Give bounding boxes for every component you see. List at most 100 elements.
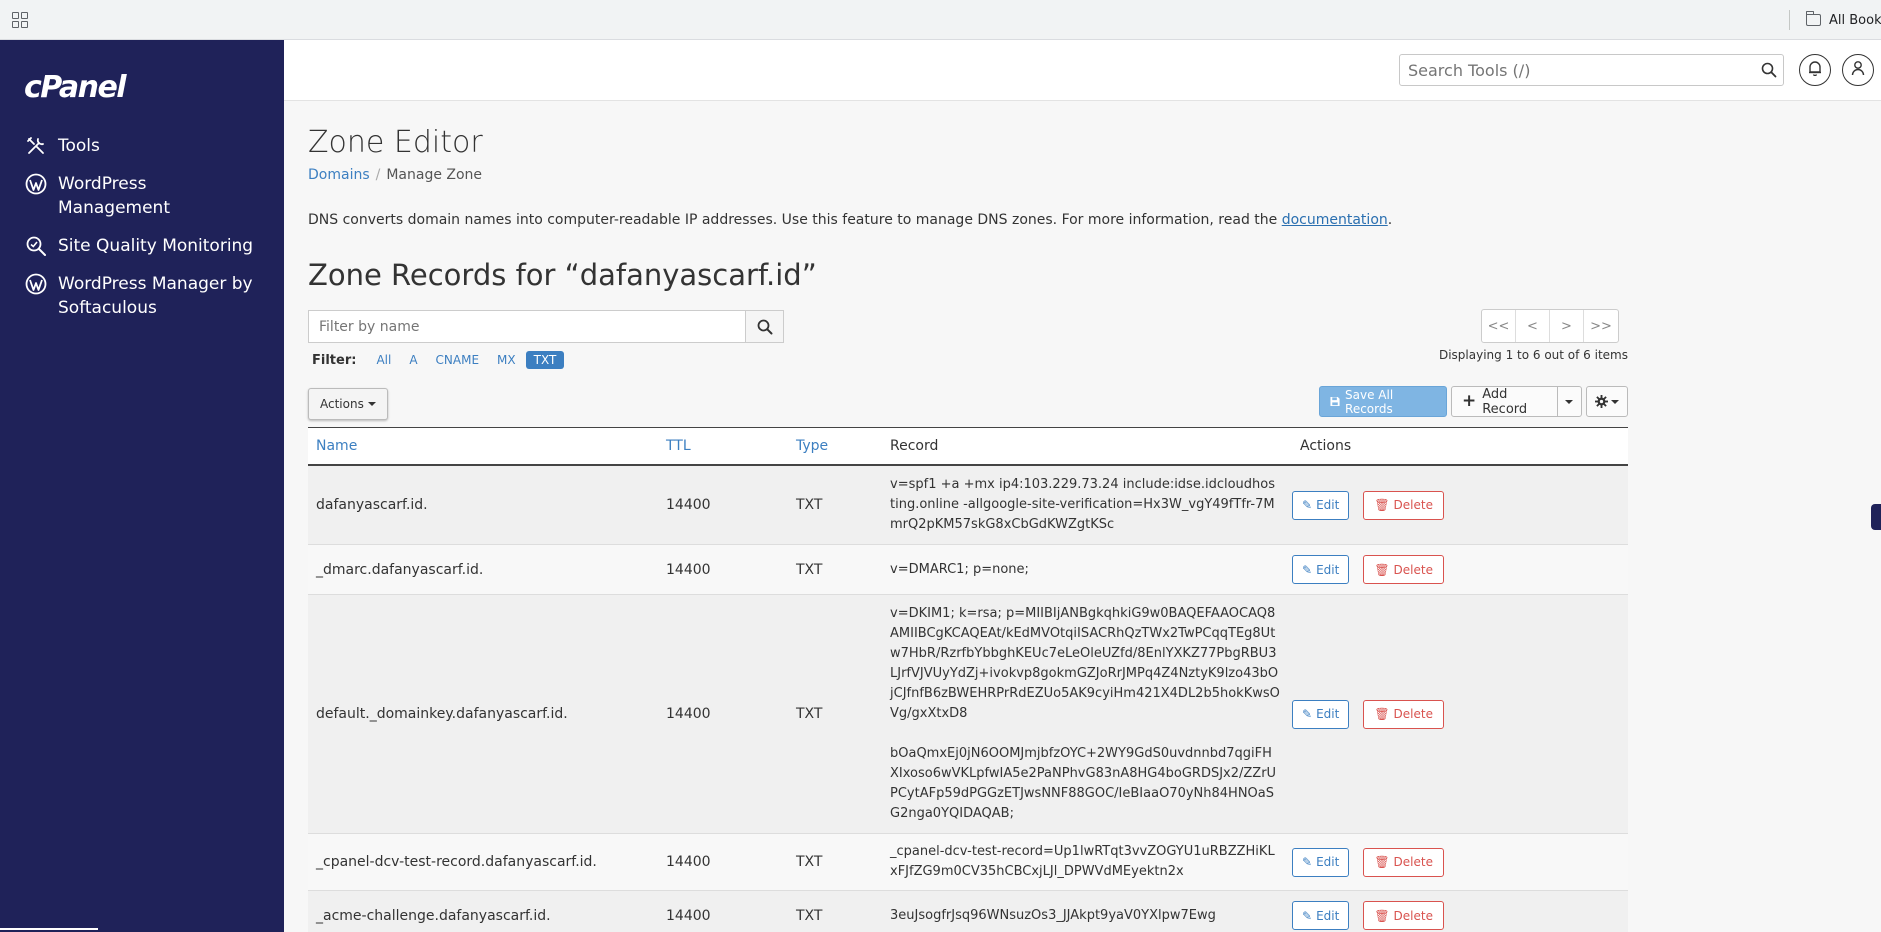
cpanel-logo[interactable]: cPanel — [24, 70, 127, 105]
column-header-type[interactable]: Type — [788, 438, 882, 454]
delete-label: Delete — [1393, 908, 1433, 923]
zone-records-table: Name TTL Type Record Actions dafanyascar… — [308, 427, 1628, 932]
sidebar-item-wordpress-management[interactable]: WordPress Management — [0, 172, 284, 220]
record-ttl: 14400 — [666, 907, 711, 924]
breadcrumb-current: Manage Zone — [386, 167, 483, 183]
table-row: _cpanel-dcv-test-record.dafanyascarf.id.… — [308, 834, 1628, 891]
delete-button[interactable]: 🗑 Delete — [1363, 847, 1444, 877]
filter-option-mx[interactable]: MX — [489, 351, 524, 369]
add-record-dropdown-toggle[interactable] — [1557, 387, 1581, 416]
column-header-record: Record — [890, 438, 939, 454]
delete-label: Delete — [1393, 498, 1433, 512]
actions-dropdown-button[interactable]: Actions — [308, 388, 388, 420]
delete-button[interactable]: 🗑 Delete — [1363, 555, 1444, 584]
table-row: _dmarc.dafanyascarf.id. 14400 TXT v=DMAR… — [308, 545, 1628, 595]
row-actions: ✎ Edit 🗑 Delete — [1288, 555, 1628, 584]
edit-label: Edit — [1316, 855, 1340, 869]
filter-option-cname[interactable]: CNAME — [428, 351, 488, 369]
notifications-button[interactable] — [1799, 54, 1831, 86]
sidebar-item-tools[interactable]: Tools — [0, 134, 284, 158]
pencil-icon: ✎ — [1302, 908, 1313, 923]
bookmarks-divider — [1789, 10, 1790, 30]
add-record-label: Add Record — [1482, 386, 1528, 417]
documentation-link[interactable]: documentation — [1282, 212, 1388, 228]
pencil-icon: ✎ — [1302, 855, 1313, 869]
intro-sentence: DNS converts domain names into computer-… — [308, 212, 1282, 228]
record-name: default._domainkey.dafanyascarf.id. — [316, 706, 568, 722]
delete-button[interactable]: 🗑 Delete — [1363, 699, 1444, 729]
edit-label: Edit — [1316, 498, 1340, 512]
settings-dropdown-button[interactable] — [1585, 386, 1628, 417]
previous-page-button[interactable]: < — [1516, 310, 1550, 342]
user-menu-button[interactable] — [1842, 54, 1874, 86]
gear-icon — [1594, 395, 1608, 408]
search-tools-input[interactable] — [1400, 55, 1740, 85]
sidebar-item-site-quality-monitoring[interactable]: Site Quality Monitoring — [0, 234, 284, 258]
filter-by-name-box — [308, 310, 784, 343]
record-type: TXT — [796, 907, 823, 924]
sidebar-item-label: WordPress Manager by Softaculous — [58, 274, 253, 318]
search-icon[interactable] — [1761, 62, 1777, 78]
edit-button[interactable]: ✎ Edit — [1292, 847, 1350, 877]
record-type: TXT — [796, 561, 823, 578]
all-bookmarks-button[interactable]: All Bookm — [1805, 10, 1881, 30]
filter-option-a[interactable]: A — [401, 351, 425, 369]
record-type-filter: Filter: All A CNAME MX TXT — [312, 351, 566, 369]
delete-button[interactable]: 🗑 Delete — [1363, 490, 1444, 520]
folder-icon — [1805, 11, 1821, 26]
next-page-button[interactable]: > — [1550, 310, 1584, 342]
filter-by-name-input[interactable] — [309, 311, 745, 342]
trash-icon: 🗑 — [1374, 498, 1390, 512]
trash-icon: 🗑 — [1374, 707, 1390, 721]
horizontal-scroll-indicator — [0, 928, 98, 930]
first-page-button[interactable]: << — [1482, 310, 1516, 342]
record-name: dafanyascarf.id. — [316, 497, 428, 513]
pencil-icon: ✎ — [1302, 562, 1313, 577]
search-tools-box — [1399, 54, 1784, 86]
wordpress-icon — [24, 172, 48, 196]
record-ttl: 14400 — [666, 561, 711, 578]
edit-button[interactable]: ✎ Edit — [1292, 555, 1350, 584]
filter-option-txt[interactable]: TXT — [525, 351, 565, 369]
record-value: 3euJsogfrJsq96WNsuzOs3_JJAkpt9yaV0YXlpw7… — [890, 907, 1216, 923]
record-ttl: 14400 — [666, 854, 711, 870]
column-header-actions: Actions — [1300, 438, 1352, 454]
filter-option-all[interactable]: All — [368, 351, 399, 369]
record-type: TXT — [796, 854, 823, 870]
row-actions: ✎ Edit 🗑 Delete — [1288, 699, 1628, 729]
save-all-records-label: Save All Records — [1345, 387, 1394, 416]
intro-period: . — [1387, 212, 1393, 228]
caret-down-icon — [1565, 399, 1574, 404]
side-feedback-tab[interactable] — [1871, 504, 1881, 530]
breadcrumb-domains-link[interactable]: Domains — [308, 167, 370, 183]
column-header-ttl[interactable]: TTL — [658, 438, 788, 454]
column-header-name[interactable]: Name — [308, 438, 658, 454]
search-icon — [757, 319, 772, 334]
table-row: _acme-challenge.dafanyascarf.id. 14400 T… — [308, 891, 1628, 932]
edit-label: Edit — [1316, 562, 1340, 577]
row-actions: ✎ Edit 🗑 Delete — [1288, 901, 1628, 930]
record-value: v=DKIM1; k=rsa; p=MIIBIjANBgkqhkiG9w0BAQ… — [890, 606, 1280, 721]
trash-icon: 🗑 — [1374, 908, 1390, 923]
page-title: Zone Editor — [308, 125, 483, 160]
table-header: Name TTL Type Record Actions — [308, 427, 1628, 466]
trash-icon: 🗑 — [1374, 562, 1390, 577]
record-value: v=DMARC1; p=none; — [890, 561, 1029, 577]
sidebar-item-wordpress-manager-softaculous[interactable]: WordPress Manager by Softaculous — [0, 272, 284, 320]
pencil-icon: ✎ — [1302, 498, 1313, 512]
record-value: v=spf1 +a +mx ip4:103.229.73.24 include:… — [890, 477, 1275, 532]
apps-grid-icon[interactable] — [12, 12, 28, 28]
last-page-button[interactable]: >> — [1584, 310, 1618, 342]
save-all-records-button[interactable]: Save All Records — [1319, 386, 1447, 417]
add-record-button[interactable]: + Add Record — [1452, 386, 1557, 417]
edit-button[interactable]: ✎ Edit — [1292, 699, 1350, 729]
all-bookmarks-label: All Bookm — [1829, 12, 1881, 28]
site-quality-icon — [24, 234, 48, 258]
edit-label: Edit — [1316, 908, 1340, 923]
edit-button[interactable]: ✎ Edit — [1292, 490, 1350, 520]
displaying-count: Displaying 1 to 6 out of 6 items — [1438, 348, 1628, 362]
edit-button[interactable]: ✎ Edit — [1292, 901, 1350, 930]
add-record-group: + Add Record — [1450, 386, 1582, 417]
filter-search-button[interactable] — [745, 311, 783, 342]
delete-button[interactable]: 🗑 Delete — [1363, 901, 1444, 930]
